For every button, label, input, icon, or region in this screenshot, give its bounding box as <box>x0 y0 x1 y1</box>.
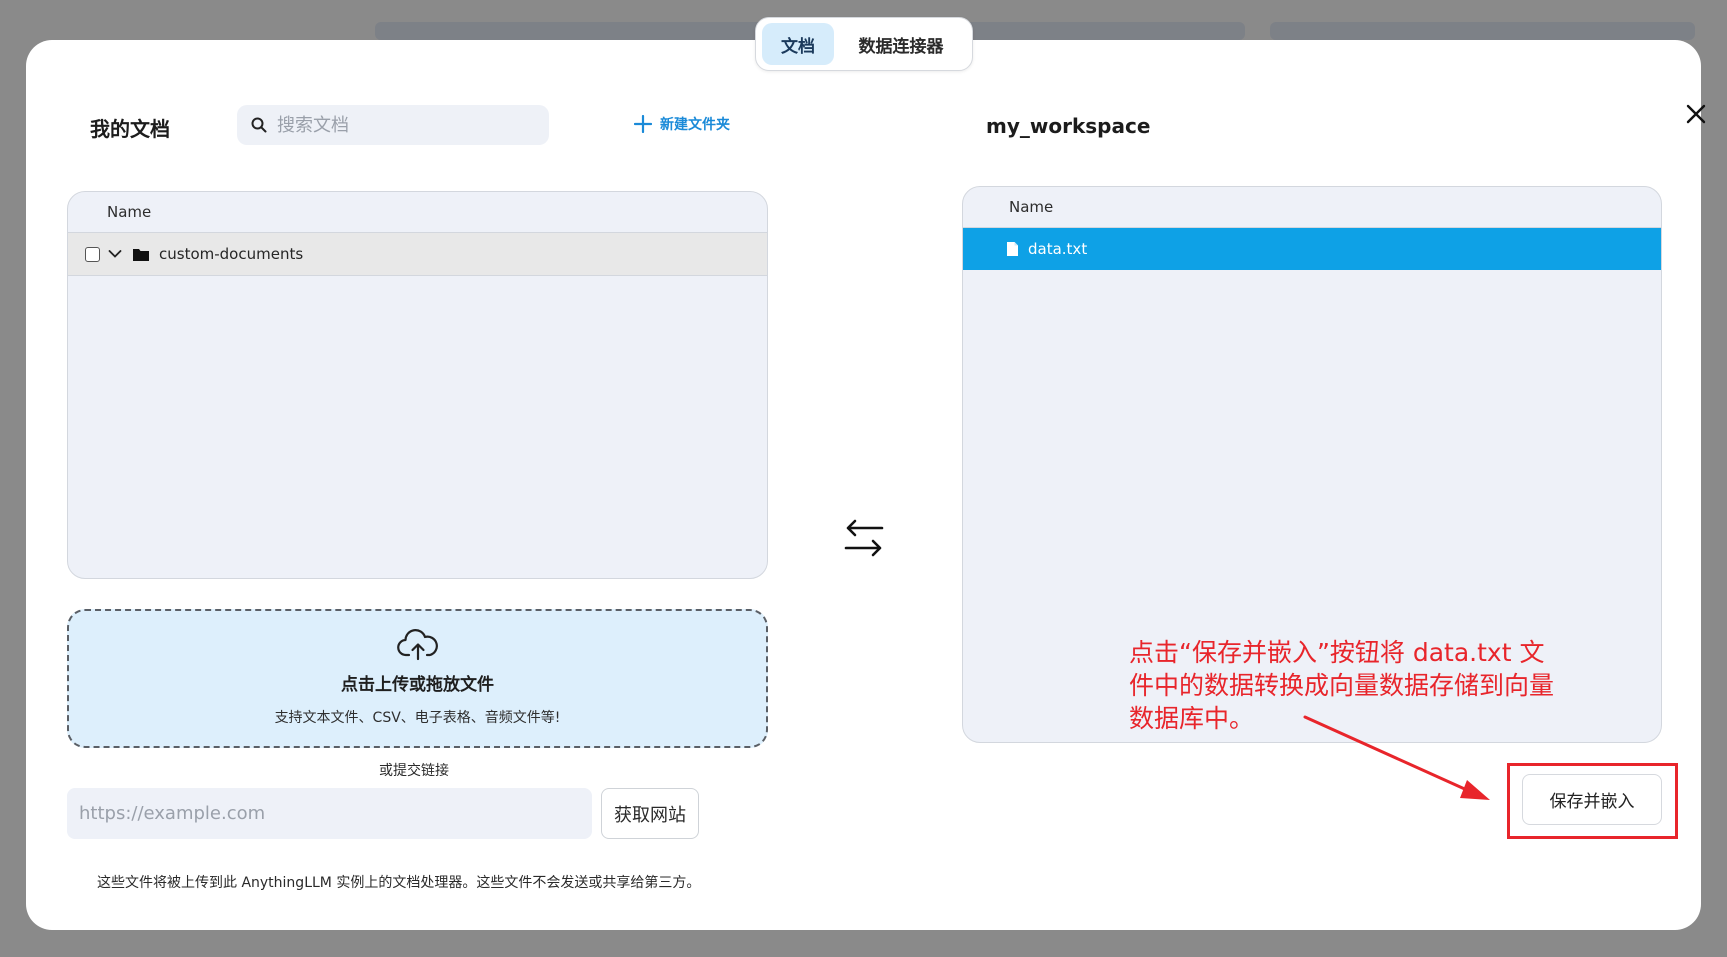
column-header-label: Name <box>1009 198 1054 216</box>
close-button[interactable] <box>1680 98 1712 130</box>
cloud-upload-icon <box>396 629 438 661</box>
background-bar <box>1270 22 1695 40</box>
file-icon <box>1007 242 1018 256</box>
annotation-arrow <box>1303 715 1490 800</box>
plus-icon <box>634 115 652 133</box>
file-row[interactable]: data.txt <box>963 228 1661 270</box>
workspace-title: my_workspace <box>986 114 1151 138</box>
tab-documents[interactable]: 文档 <box>762 23 834 65</box>
new-folder-button[interactable]: 新建文件夹 <box>634 114 730 134</box>
folder-name: custom-documents <box>159 245 304 263</box>
search-input[interactable] <box>277 114 537 136</box>
my-documents-title: 我的文档 <box>90 117 170 141</box>
document-search[interactable] <box>237 105 549 145</box>
tab-data-connectors[interactable]: 数据连接器 <box>842 23 960 65</box>
search-icon <box>251 117 267 133</box>
chevron-down-icon[interactable] <box>108 249 122 259</box>
new-folder-label: 新建文件夹 <box>660 117 730 133</box>
privacy-footnote: 这些文件将被上传到此 AnythingLLM 实例上的文档处理器。这些文件不会发… <box>97 875 701 891</box>
url-input[interactable] <box>67 788 592 839</box>
column-header-label: Name <box>107 203 152 221</box>
file-name: data.txt <box>1028 240 1088 258</box>
column-header-name: Name <box>963 187 1661 228</box>
my-documents-panel: Name custom-documents <box>67 191 768 579</box>
column-header-name: Name <box>68 192 767 233</box>
close-icon <box>1686 104 1706 124</box>
folder-row[interactable]: custom-documents <box>68 233 767 276</box>
or-submit-link-label: 或提交链接 <box>379 763 449 779</box>
upload-subtitle: 支持文本文件、CSV、电子表格、音频文件等! <box>274 710 561 726</box>
fetch-website-button[interactable]: 获取网站 <box>601 788 699 839</box>
upload-title: 点击上传或拖放文件 <box>341 675 494 695</box>
upload-dropzone[interactable]: 点击上传或拖放文件 支持文本文件、CSV、电子表格、音频文件等! <box>67 609 768 748</box>
document-modal: 我的文档 新建文件夹 Name custom-documents <box>26 17 1706 930</box>
folder-checkbox[interactable] <box>85 246 100 262</box>
swap-arrows-icon[interactable] <box>842 516 886 560</box>
save-and-embed-button[interactable]: 保存并嵌入 <box>1522 774 1662 825</box>
tab-switcher: 文档 数据连接器 <box>755 17 973 71</box>
folder-icon <box>133 248 149 261</box>
